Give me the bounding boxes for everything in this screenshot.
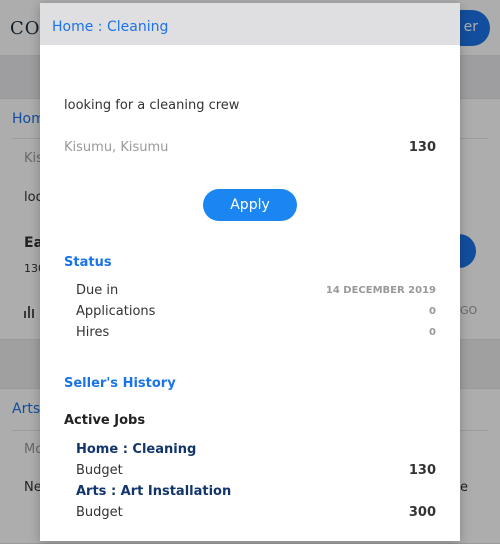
status-row: Hires 0 <box>76 325 436 345</box>
modal-header: Home : Cleaning <box>40 3 460 45</box>
status-row-value: 0 <box>429 327 436 338</box>
active-job-link[interactable]: Home : Cleaning <box>76 442 196 457</box>
status-row-value: 14 DECEMBER 2019 <box>325 285 436 296</box>
budget-label: Budget <box>76 505 123 520</box>
status-row-value: 0 <box>429 306 436 317</box>
status-row: Due in 14 DECEMBER 2019 <box>76 283 436 303</box>
job-location-value: 130 <box>408 140 436 155</box>
modal-title: Home : Cleaning <box>52 19 169 35</box>
status-row-label: Due in <box>76 283 119 298</box>
active-job-link[interactable]: Arts : Art Installation <box>76 484 231 499</box>
budget-value: 130 <box>408 463 436 478</box>
active-job-budget-row: Budget 130 <box>76 463 436 483</box>
job-description: looking for a cleaning crew <box>64 98 240 113</box>
status-row: Applications 0 <box>76 304 436 324</box>
active-jobs-heading: Active Jobs <box>64 413 146 428</box>
active-job-budget-row: Budget 300 <box>76 505 436 525</box>
status-row-label: Hires <box>76 325 110 340</box>
job-location: Kisumu, Kisumu <box>64 140 169 155</box>
seller-history-heading: Seller's History <box>64 376 176 391</box>
budget-label: Budget <box>76 463 123 478</box>
status-row-label: Applications <box>76 304 156 319</box>
job-detail-modal: Home : Cleaning looking for a cleaning c… <box>40 3 460 541</box>
status-heading: Status <box>64 255 112 270</box>
apply-button[interactable]: Apply <box>203 189 297 221</box>
budget-value: 300 <box>408 505 436 520</box>
